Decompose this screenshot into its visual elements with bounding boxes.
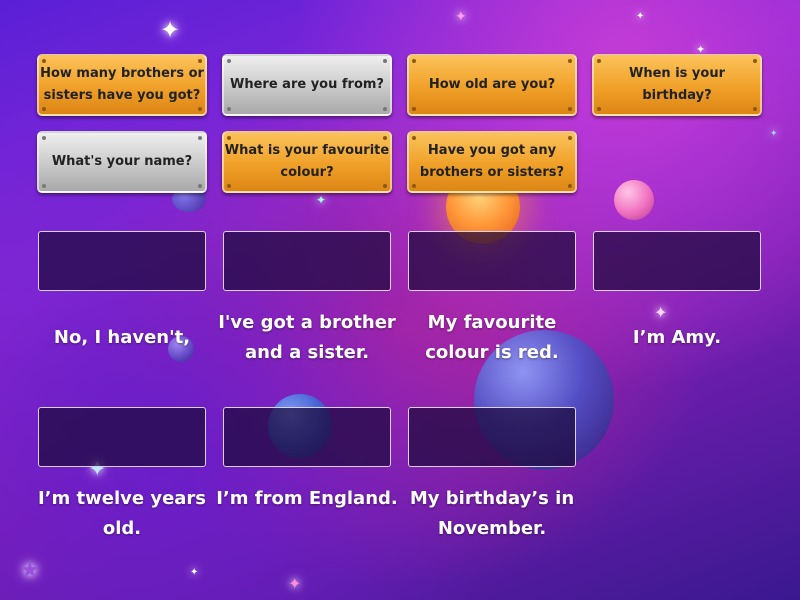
pink-planet-decoration — [614, 180, 654, 220]
question-tile-label: Where are you from? — [230, 77, 384, 92]
star-icon: ✦ — [160, 16, 181, 44]
question-tile-label: How many brothers or sisters have you go… — [40, 66, 204, 103]
star-icon: ✦ — [190, 567, 199, 578]
drop-slot[interactable] — [38, 231, 206, 291]
question-tile[interactable]: How many brothers or sisters have you go… — [37, 54, 207, 116]
question-tile-label: What is your favourite colour? — [224, 143, 390, 180]
star-icon: ✦ — [770, 129, 778, 139]
question-tile[interactable]: Where are you from? — [222, 54, 392, 116]
answer-text: I've got a brother and a sister. — [218, 312, 396, 363]
answer-text: I’m from England. — [216, 488, 398, 509]
drop-slot[interactable] — [408, 231, 576, 291]
question-tile-label: How old are you? — [428, 77, 556, 92]
drop-slot[interactable] — [38, 407, 206, 467]
answer-text: My birthday’s in November. — [409, 488, 575, 539]
star-icon: ★ — [20, 558, 40, 583]
answer-text: No, I haven't, — [53, 327, 191, 348]
star-icon: ✦ — [316, 193, 327, 207]
question-tile[interactable]: Have you got any brothers or sisters? — [407, 131, 577, 193]
star-icon: ✦ — [455, 9, 467, 25]
question-tile-label: What's your name? — [51, 154, 193, 169]
answer-text: I’m Amy. — [632, 327, 722, 348]
answer-text: I’m twelve years old. — [37, 488, 207, 539]
question-tile[interactable]: How old are you? — [407, 54, 577, 116]
question-tile-label: Have you got any brothers or sisters? — [419, 143, 565, 180]
drop-slot[interactable] — [593, 231, 761, 291]
question-tile-label: When is your birthday? — [629, 66, 725, 103]
star-icon: ✦ — [288, 574, 302, 593]
star-icon: ✦ — [636, 11, 645, 22]
question-tile[interactable]: When is your birthday? — [592, 54, 762, 116]
question-tile[interactable]: What's your name? — [37, 131, 207, 193]
drop-slot[interactable] — [408, 407, 576, 467]
drop-slot[interactable] — [223, 407, 391, 467]
answer-text: My favourite colour is red. — [425, 312, 559, 363]
drop-slot[interactable] — [223, 231, 391, 291]
star-icon: ✦ — [654, 303, 668, 322]
question-tile[interactable]: What is your favourite colour? — [222, 131, 392, 193]
